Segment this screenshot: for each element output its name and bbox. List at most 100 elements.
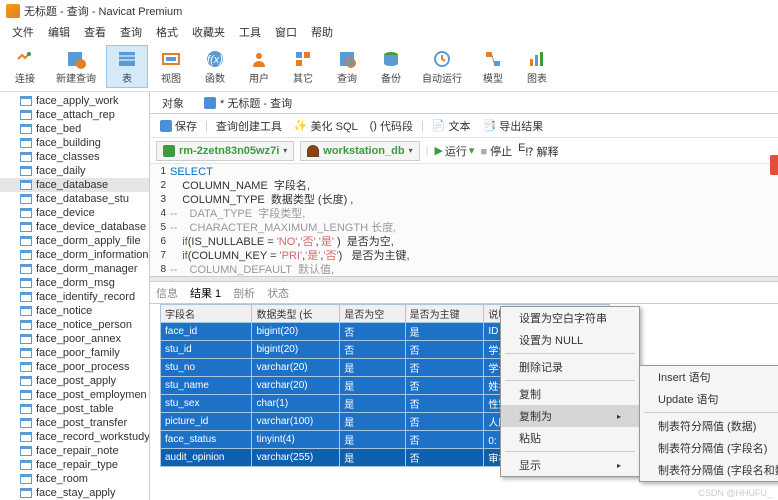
tree-item[interactable]: face_dorm_msg [0,276,149,290]
sql-code[interactable]: SELECT COLUMN_NAME 字段名, COLUMN_TYPE 数据类型… [170,164,778,276]
tree-item[interactable]: face_bed [0,122,149,136]
tool-connect[interactable]: 连接 [4,46,46,87]
btn-code-segment[interactable]: ()代码段 [366,116,417,136]
tree-item[interactable]: face_dorm_apply_file [0,234,149,248]
tool-func[interactable]: f(x)函数 [194,46,236,87]
tree-item[interactable]: face_device [0,206,149,220]
tree-item[interactable]: face_poor_annex [0,332,149,346]
tool-chart[interactable]: 图表 [516,46,558,87]
menu-tools[interactable]: 工具 [233,22,267,42]
tab-result1[interactable]: 结果 1 [190,285,221,301]
menu-bar: 文件 编辑 查看 查询 格式 收藏夹 工具 窗口 帮助 [0,22,778,42]
btn-beautify[interactable]: ✨美化 SQL [290,116,362,136]
tool-view[interactable]: 视图 [150,46,192,87]
table-icon [20,306,32,316]
tool-backup[interactable]: 备份 [370,46,412,87]
tool-query[interactable]: 查询 [326,46,368,87]
col-header[interactable]: 是否为空 [340,305,405,323]
tree-item[interactable]: face_record_workstudy [0,430,149,444]
menu-view[interactable]: 查看 [78,22,112,42]
result-tabs: 信息 结果 1 剖析 状态 [150,282,778,304]
tab-query[interactable]: * 无标题 - 查询 [198,93,298,113]
col-header[interactable]: 字段名 [161,305,252,323]
btn-text[interactable]: 📄文本 [428,116,475,136]
tree-item[interactable]: face_post_apply [0,374,149,388]
tool-table[interactable]: 表 [106,45,148,88]
tool-autorun[interactable]: 自动运行 [414,46,470,87]
tree-item[interactable]: face_attach_rep [0,108,149,122]
ctx-set-null[interactable]: 设置为 NULL [501,329,639,351]
tree-item[interactable]: face_repair_note [0,444,149,458]
tool-user[interactable]: 用户 [238,46,280,87]
tab-profile[interactable]: 剖析 [233,285,255,301]
btn-save[interactable]: 保存 [156,116,201,136]
sql-editor[interactable]: 123456789 SELECT COLUMN_NAME 字段名, COLUMN… [150,164,778,276]
menu-file[interactable]: 文件 [6,22,40,42]
menu-help[interactable]: 帮助 [305,22,339,42]
table-icon [20,390,32,400]
ctx-copy-as[interactable]: 复制为▸ Insert 语句 Update 语句 制表符分隔值 (数据) 制表符… [501,405,639,427]
tab-status[interactable]: 状态 [267,285,289,301]
ctx-show[interactable]: 显示▸ [501,454,639,476]
tree-item[interactable]: face_repair_type [0,458,149,472]
tab-info[interactable]: 信息 [156,285,178,301]
btn-query-builder[interactable]: 查询创建工具 [212,116,286,136]
tree-item[interactable]: face_room [0,472,149,486]
object-tree[interactable]: face_apply_workface_attach_repface_bedfa… [0,92,150,500]
db-select[interactable]: workstation_db▾ [300,141,419,161]
menu-query[interactable]: 查询 [114,22,148,42]
ctx-delete[interactable]: 删除记录 [501,356,639,378]
explain-button[interactable]: E⁉ 解释 [518,142,558,160]
tree-item[interactable]: face_dorm_manager [0,262,149,276]
tree-item[interactable]: face_poor_family [0,346,149,360]
tab-objects[interactable]: 对象 [156,93,190,113]
server-icon [163,145,175,157]
col-header[interactable]: 数据类型 (长 [252,305,340,323]
sub-tab-data[interactable]: 制表符分隔值 (数据) [640,415,778,437]
ctx-paste[interactable]: 粘贴 [501,427,639,449]
sub-tab-both[interactable]: 制表符分隔值 (字段名和数据) [640,459,778,481]
tool-new-query[interactable]: 新建查询 [48,46,104,87]
tree-item[interactable]: face_post_table [0,402,149,416]
ctx-set-blank[interactable]: 设置为空白字符串 [501,307,639,329]
result-grid[interactable]: 字段名数据类型 (长是否为空是否为主键说明face_idbigint(20)否是… [150,304,778,467]
tree-item[interactable]: face_database_stu [0,192,149,206]
tree-item[interactable]: face_post_employmen [0,388,149,402]
tree-item[interactable]: face_post_transfer [0,416,149,430]
tree-item[interactable]: face_apply_work [0,94,149,108]
table-icon [20,334,32,344]
tree-item[interactable]: face_notice_person [0,318,149,332]
tree-item[interactable]: face_poor_process [0,360,149,374]
menu-format[interactable]: 格式 [150,22,184,42]
table-icon [20,460,32,470]
btn-export[interactable]: 📑导出结果 [479,116,548,136]
menu-window[interactable]: 窗口 [269,22,303,42]
tree-item[interactable]: face_building [0,136,149,150]
tree-item[interactable]: face_identify_record [0,290,149,304]
sub-update[interactable]: Update 语句 [640,388,778,410]
model-icon [482,48,504,70]
table-icon [20,446,32,456]
run-button[interactable]: ▶ 运行 ▾ [434,143,474,159]
tree-item[interactable]: face_device_database [0,220,149,234]
menu-edit[interactable]: 编辑 [42,22,76,42]
tree-item[interactable]: face_daily [0,164,149,178]
stop-button[interactable]: ■ 停止 [480,143,512,159]
tool-model[interactable]: 模型 [472,46,514,87]
tool-other[interactable]: 其它 [282,46,324,87]
tree-item[interactable]: face_dorm_information [0,248,149,262]
chevron-down-icon: ▾ [409,146,413,155]
table-icon [20,432,32,442]
tree-item[interactable]: face_notice [0,304,149,318]
col-header[interactable]: 是否为主键 [405,305,484,323]
menu-fav[interactable]: 收藏夹 [186,22,231,42]
sub-insert[interactable]: Insert 语句 [640,366,778,388]
server-select[interactable]: rm-2zetn83n05wz7i▾ [156,141,294,161]
ctx-copy[interactable]: 复制 [501,383,639,405]
user-icon [248,48,270,70]
tree-item[interactable]: face_classes [0,150,149,164]
view-icon [160,48,182,70]
tree-item[interactable]: face_stay_apply [0,486,149,500]
sub-tab-field[interactable]: 制表符分隔值 (字段名) [640,437,778,459]
tree-item[interactable]: face_database [0,178,149,192]
